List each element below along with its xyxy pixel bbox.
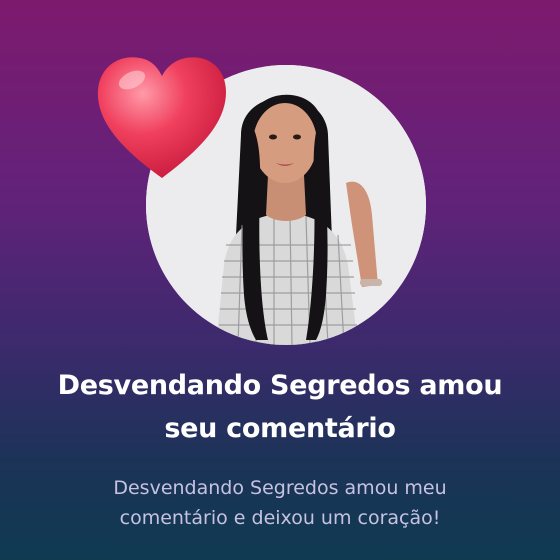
heart-icon bbox=[92, 50, 232, 182]
title-line-1: Desvendando Segredos amou bbox=[57, 370, 503, 401]
notification-message: Desvendando Segredos amou meu comentário… bbox=[20, 473, 540, 533]
notification-screen: Desvendando Segredos amou seu comentário… bbox=[0, 0, 560, 560]
message-line-2: comentário e deixou um coração! bbox=[119, 507, 441, 529]
notification-title: Desvendando Segredos amou seu comentário bbox=[20, 364, 540, 450]
message-line-1: Desvendando Segredos amou meu bbox=[113, 477, 447, 499]
title-line-2: seu comentário bbox=[164, 413, 396, 444]
